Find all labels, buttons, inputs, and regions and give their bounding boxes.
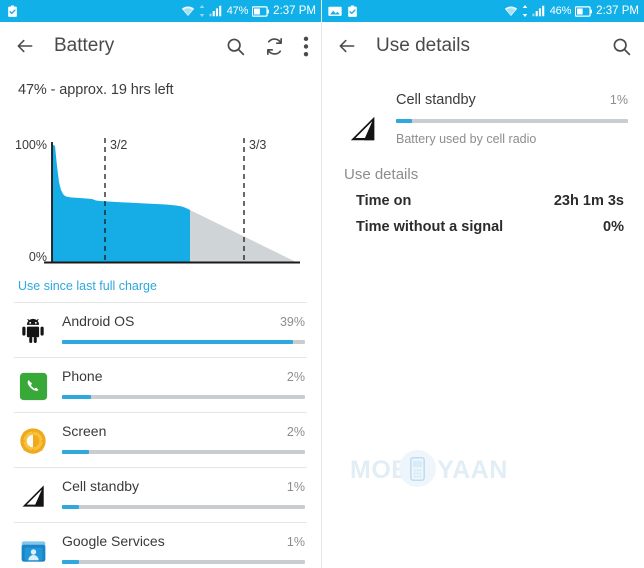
status-bar-indicators-left: 47% 2:37 PM xyxy=(181,5,316,17)
sync-arrows-icon xyxy=(522,5,527,17)
use-since-last-full-charge-link[interactable]: Use since last full charge xyxy=(0,269,321,302)
use-details-screen: 46% 2:37 PM Use details Cell standby 1% … xyxy=(322,0,644,568)
mobile-phone-icon xyxy=(399,450,436,487)
battery-history-chart: 100% 0% 3/2 3/3 4 PM 12 PM 9 AM xyxy=(0,104,322,269)
battery-icon xyxy=(252,5,270,17)
search-button[interactable] xyxy=(611,36,632,57)
chart-series-history xyxy=(52,144,190,262)
list-item-label: Phone xyxy=(62,368,103,384)
chart-series-projection xyxy=(190,210,296,262)
brightness-icon xyxy=(16,424,50,458)
google-contacts-icon xyxy=(16,534,50,568)
search-button[interactable] xyxy=(225,36,246,57)
chart-day-label-2: 3/3 xyxy=(249,138,266,152)
usage-bar xyxy=(62,560,305,564)
battery-screen: 47% 2:37 PM Battery 47% - approx. 19 hrs… xyxy=(0,0,322,568)
usage-bar xyxy=(62,505,305,509)
watermark: MOBIGYAAN xyxy=(350,450,508,487)
detail-row: Time without a signal 0% xyxy=(322,209,644,235)
use-details-header: Cell standby 1% Battery used by cell rad… xyxy=(322,70,644,146)
action-bar-right: Use details xyxy=(322,22,644,70)
sync-arrows-icon xyxy=(199,5,204,17)
image-icon xyxy=(328,6,342,16)
back-button[interactable] xyxy=(14,36,36,56)
list-item[interactable]: Screen 2% xyxy=(0,413,321,467)
detail-item-percent: 1% xyxy=(609,93,628,107)
usage-bar xyxy=(62,340,305,344)
status-bar-notifications-right xyxy=(328,5,359,18)
page-title: Use details xyxy=(376,35,470,56)
clock-label: 2:37 PM xyxy=(596,5,639,17)
chart-xtick-1: 12 PM xyxy=(158,268,194,269)
battery-icon xyxy=(575,5,593,17)
list-item-percent: 2% xyxy=(286,425,305,439)
usage-bar xyxy=(62,395,305,399)
list-item-label: Screen xyxy=(62,423,107,439)
list-item[interactable]: Google Services 1% xyxy=(0,523,321,568)
arrow-back-icon xyxy=(339,39,355,53)
battery-chart-svg: 100% 0% 3/2 3/3 4 PM 12 PM 9 AM xyxy=(15,138,305,269)
detail-row-key: Time without a signal xyxy=(356,219,504,235)
cell-signal-icon xyxy=(532,5,544,17)
action-bar-left: Battery xyxy=(0,22,321,70)
detail-row: Time on 23h 1m 3s xyxy=(322,183,644,209)
use-details-section-title: Use details xyxy=(344,166,419,183)
clock-label: 2:37 PM xyxy=(273,5,316,17)
cell-signal-icon xyxy=(344,92,382,146)
status-bar-indicators-right: 46% 2:37 PM xyxy=(504,5,639,17)
back-button[interactable] xyxy=(336,36,358,56)
detail-item-subtitle: Battery used by cell radio xyxy=(396,132,537,146)
search-icon xyxy=(613,38,631,55)
status-bar-notifications-left xyxy=(6,5,19,18)
status-bar-right: 46% 2:37 PM xyxy=(322,0,644,22)
arrow-back-icon xyxy=(17,39,33,53)
detail-item-label: Cell standby xyxy=(396,92,476,108)
cell-signal-icon xyxy=(16,479,50,513)
dual-screenshot: 47% 2:37 PM Battery 47% - approx. 19 hrs… xyxy=(0,0,644,568)
page-title: Battery xyxy=(54,35,115,56)
wifi-icon xyxy=(504,6,517,16)
battery-percent-label: 46% xyxy=(549,5,572,17)
wifi-icon xyxy=(181,6,194,16)
battery-summary-label: 47% - approx. 19 hrs left xyxy=(18,82,174,98)
list-item-percent: 1% xyxy=(286,480,305,494)
chart-xtick-2: 9 AM xyxy=(276,268,305,269)
list-item-percent: 1% xyxy=(286,535,305,549)
chart-xtick-0: 4 PM xyxy=(37,268,66,269)
list-item-percent: 2% xyxy=(286,370,305,384)
detail-row-value: 0% xyxy=(603,219,624,235)
refresh-button[interactable] xyxy=(264,36,285,57)
list-item-percent: 39% xyxy=(279,315,305,329)
chart-ytick-0: 0% xyxy=(29,250,47,264)
detail-row-key: Time on xyxy=(356,193,412,209)
usage-bar xyxy=(62,450,305,454)
overflow-menu-button[interactable] xyxy=(303,36,309,57)
battery-percent-label: 47% xyxy=(226,5,249,17)
cell-signal-icon xyxy=(209,5,221,17)
clipboard-check-icon xyxy=(348,5,357,17)
chart-ytick-100: 100% xyxy=(15,138,47,152)
list-item-label: Google Services xyxy=(62,533,165,549)
list-item[interactable]: Android OS 39% xyxy=(0,303,321,357)
refresh-icon xyxy=(267,37,282,55)
usage-bar xyxy=(396,119,628,123)
list-item[interactable]: Cell standby 1% xyxy=(0,468,321,522)
list-item[interactable]: Phone 2% xyxy=(0,358,321,412)
status-bar-left: 47% 2:37 PM xyxy=(0,0,321,22)
search-icon xyxy=(227,38,245,55)
phone-handset-icon xyxy=(16,369,50,403)
clipboard-check-icon xyxy=(8,5,17,17)
list-item-label: Cell standby xyxy=(62,478,140,494)
chart-day-label-1: 3/2 xyxy=(110,138,127,152)
more-vertical-icon xyxy=(303,36,309,56)
list-item-label: Android OS xyxy=(62,313,135,329)
detail-row-value: 23h 1m 3s xyxy=(553,193,624,209)
android-robot-icon xyxy=(16,314,50,348)
